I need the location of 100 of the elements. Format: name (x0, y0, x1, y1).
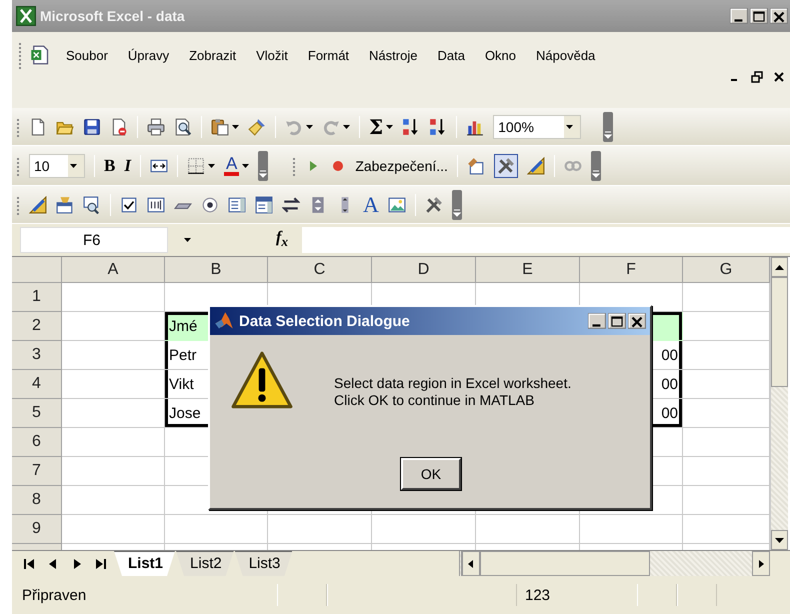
new-document-icon[interactable] (29, 118, 47, 136)
print-preview-icon[interactable] (174, 118, 192, 136)
print-icon[interactable] (147, 118, 165, 136)
toolbar-grip[interactable] (18, 40, 22, 70)
column-header[interactable]: D (372, 257, 476, 283)
font-color-button[interactable]: A (224, 156, 240, 176)
scroll-left-icon[interactable] (466, 558, 476, 568)
row-header[interactable]: 2 (12, 312, 62, 341)
menu-item[interactable]: Úpravy (118, 44, 180, 66)
caret-icon[interactable] (386, 124, 394, 128)
tools-icon[interactable] (424, 196, 443, 214)
row-header[interactable]: 8 (12, 486, 62, 515)
caret-icon[interactable] (566, 124, 573, 128)
sheet-tab[interactable]: List3 (234, 551, 292, 576)
menu-item[interactable]: Vložit (246, 44, 298, 66)
sort-ascending-icon[interactable] (402, 118, 420, 136)
close-icon[interactable] (772, 70, 786, 84)
sheet-tab[interactable]: List2 (176, 551, 234, 576)
sheet-cell[interactable]: 00 (580, 399, 683, 428)
menu-item[interactable]: Data (427, 44, 475, 66)
column-header[interactable]: F (580, 257, 683, 283)
first-sheet-icon[interactable] (24, 558, 34, 568)
close-icon[interactable] (628, 313, 646, 329)
row-header[interactable]: 4 (12, 370, 62, 399)
sheet-cell[interactable]: Vikt (165, 370, 268, 399)
scroll-down-icon[interactable] (775, 538, 784, 542)
menu-item[interactable]: Nástroje (359, 44, 428, 66)
maximize-icon[interactable] (750, 8, 768, 24)
ruler-pencil-icon[interactable] (29, 196, 47, 214)
caret-icon[interactable] (306, 124, 313, 128)
image-icon[interactable] (388, 196, 406, 214)
sort-descending-icon[interactable] (429, 118, 448, 136)
properties-icon[interactable] (56, 196, 74, 214)
workbook-icon[interactable] (30, 45, 50, 65)
toolbar-options-icon[interactable] (258, 150, 268, 180)
menu-item[interactable]: Okno (474, 44, 526, 66)
permission-icon[interactable] (110, 118, 128, 136)
sheet-cell[interactable]: Petr (165, 341, 268, 370)
toolbar-options-icon[interactable] (590, 150, 601, 180)
previous-sheet-icon[interactable] (48, 558, 58, 568)
column-header[interactable]: G (683, 257, 770, 283)
toolbar-options-icon[interactable] (452, 190, 462, 220)
minimize-icon[interactable] (730, 8, 748, 24)
caret-icon[interactable] (208, 164, 215, 168)
label-tool-button[interactable]: A (363, 192, 379, 218)
ruler-pencil-icon[interactable] (526, 156, 545, 174)
sheet-tab[interactable]: List1 (114, 551, 176, 576)
caret-icon[interactable] (343, 124, 350, 128)
borders-icon[interactable] (186, 156, 205, 174)
scrollbar-thumb[interactable] (771, 277, 788, 387)
list-box-icon[interactable] (228, 196, 246, 214)
paintbrush-icon[interactable] (248, 118, 266, 136)
restore-icon[interactable] (750, 70, 764, 84)
view-code-icon[interactable] (83, 196, 101, 214)
scroll-right-icon[interactable] (756, 558, 766, 568)
sheet-cell[interactable]: Jose (165, 399, 268, 428)
sheet-cell[interactable]: 00 (580, 341, 683, 370)
formula-input[interactable] (302, 227, 790, 253)
row-header[interactable]: 6 (12, 428, 62, 457)
menu-item[interactable]: Nápověda (526, 44, 606, 66)
column-header[interactable]: E (476, 257, 580, 283)
save-icon[interactable] (83, 118, 101, 136)
caret-icon[interactable] (184, 238, 190, 242)
checkbox-icon[interactable] (120, 196, 138, 214)
column-header[interactable]: B (165, 257, 268, 283)
sheet-cell[interactable]: 00 (580, 370, 683, 399)
toggle-icon[interactable] (282, 196, 300, 214)
caret-icon[interactable] (70, 164, 76, 168)
scroll-up-icon[interactable] (775, 264, 784, 270)
close-icon[interactable] (770, 8, 788, 24)
maximize-icon[interactable] (608, 313, 626, 329)
menu-item[interactable]: Soubor (56, 44, 118, 66)
autosum-button[interactable]: Σ (369, 114, 384, 138)
row-header[interactable]: 3 (12, 341, 62, 370)
option-button-icon[interactable] (201, 196, 219, 214)
last-sheet-icon[interactable] (96, 558, 106, 568)
next-sheet-icon[interactable] (72, 558, 82, 568)
vertical-scrollbar[interactable] (770, 257, 788, 550)
zoom-dropdown[interactable]: 100% (493, 114, 582, 138)
row-header[interactable]: 1 (12, 283, 62, 312)
column-header[interactable]: C (268, 257, 372, 283)
row-header[interactable]: 9 (12, 515, 62, 544)
italic-button[interactable]: I (124, 156, 131, 176)
design-mode-button[interactable] (494, 154, 518, 178)
column-header[interactable]: A (62, 257, 165, 283)
row-header[interactable]: 7 (12, 457, 62, 486)
menu-item[interactable]: Zobrazit (179, 44, 246, 66)
row-header[interactable]: 5 (12, 399, 62, 428)
horizontal-scrollbar[interactable] (459, 551, 770, 576)
font-size-dropdown[interactable]: 10 (29, 154, 85, 178)
caret-icon[interactable] (242, 164, 250, 168)
clipboard-icon[interactable] (211, 118, 229, 136)
insert-function-button[interactable]: f$_{x}$ (276, 229, 302, 251)
toolbar-options-icon[interactable] (603, 112, 614, 142)
menu-item[interactable]: Formát (298, 44, 360, 66)
bold-button[interactable]: B (104, 156, 116, 176)
ok-button[interactable]: OK (401, 458, 461, 490)
text-field-icon[interactable] (147, 196, 165, 214)
minimize-icon[interactable] (588, 313, 606, 329)
combo-box-icon[interactable] (255, 196, 273, 214)
